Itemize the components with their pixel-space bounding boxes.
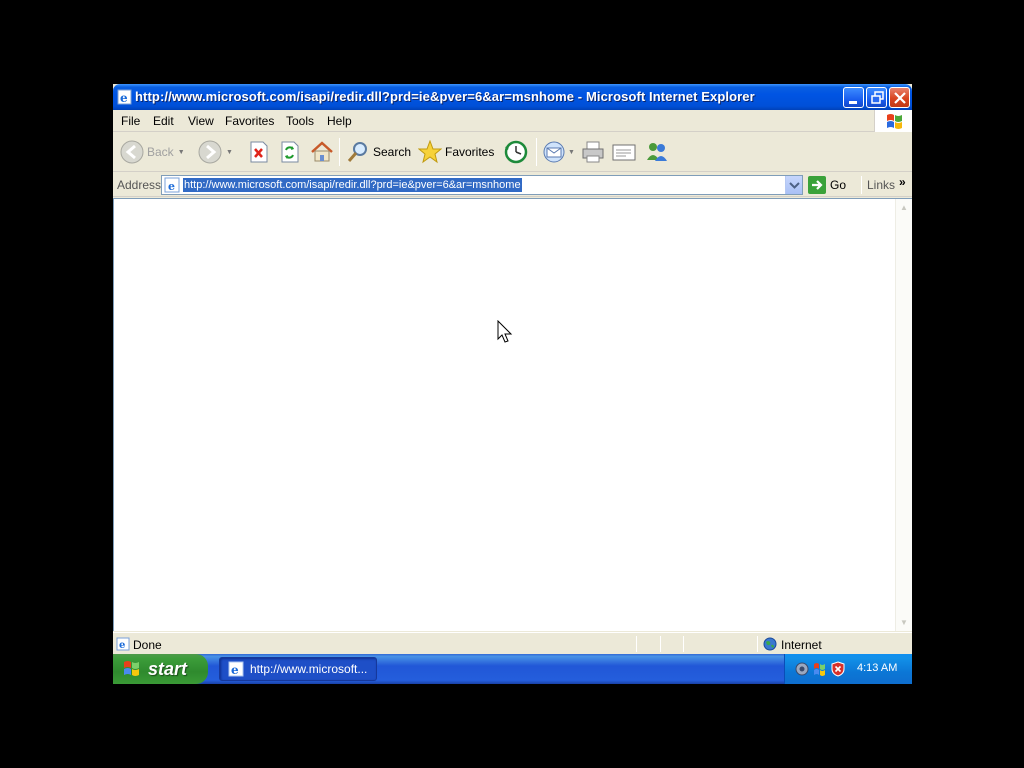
- address-url[interactable]: http://www.microsoft.com/isapi/redir.dll…: [183, 178, 522, 192]
- favorites-label: Favorites: [445, 145, 495, 159]
- chevron-down-icon: [789, 182, 800, 189]
- menu-edit[interactable]: Edit: [153, 114, 174, 128]
- go-arrow-icon: [808, 176, 826, 194]
- messenger-icon: [647, 143, 667, 161]
- minimize-icon: [849, 101, 857, 104]
- toolbar-separator: [536, 138, 537, 166]
- mouse-cursor-icon: [497, 320, 513, 343]
- tray-security-shield-icon[interactable]: [830, 661, 846, 677]
- stop-button[interactable]: [248, 137, 270, 167]
- close-button[interactable]: [889, 87, 910, 108]
- menu-file[interactable]: File: [121, 114, 140, 128]
- back-button[interactable]: Back ▼: [120, 137, 185, 167]
- restore-button[interactable]: [866, 87, 887, 108]
- menu-favorites[interactable]: Favorites: [225, 114, 274, 128]
- internet-globe-icon: [763, 637, 777, 651]
- standard-toolbar: Back ▼ ▼ Search Favorites ▼: [113, 132, 912, 172]
- status-bar: e Done Internet: [113, 632, 912, 654]
- go-label: Go: [830, 178, 847, 192]
- refresh-icon: [281, 141, 299, 163]
- home-icon: [311, 141, 333, 162]
- ie-icon: e: [117, 89, 132, 105]
- status-separator: [636, 636, 637, 652]
- search-button[interactable]: Search: [346, 137, 411, 167]
- security-zone-label: Internet: [781, 638, 822, 652]
- links-button[interactable]: Links: [867, 178, 895, 192]
- windows-logo: [874, 110, 912, 132]
- back-dropdown-icon[interactable]: ▼: [178, 149, 185, 156]
- address-bar: Address e http://www.microsoft.com/isapi…: [113, 173, 912, 197]
- windows-flag-icon: [887, 114, 902, 129]
- status-separator: [683, 636, 684, 652]
- window-title: http://www.microsoft.com/isapi/redir.dll…: [135, 89, 755, 104]
- menu-view[interactable]: View: [188, 114, 214, 128]
- edit-button[interactable]: [611, 137, 637, 167]
- address-label: Address: [117, 178, 162, 192]
- edit-page-icon: [612, 144, 636, 161]
- favorites-button[interactable]: Favorites: [418, 137, 494, 167]
- svg-text:e: e: [168, 180, 175, 193]
- links-separator: [861, 176, 862, 194]
- svg-text:e: e: [120, 91, 128, 105]
- history-button[interactable]: [503, 137, 529, 167]
- tray-clock[interactable]: 4:13 AM: [857, 662, 897, 674]
- vertical-scrollbar[interactable]: ▲ ▼: [895, 199, 912, 631]
- forward-button[interactable]: ▼: [198, 137, 233, 167]
- favorites-star-icon: [418, 140, 442, 164]
- scroll-down-icon[interactable]: ▼: [896, 614, 912, 631]
- back-arrow-icon: [120, 140, 144, 164]
- taskbar-item-label: http://www.microsoft...: [250, 662, 368, 676]
- toolbar-separator: [339, 138, 340, 166]
- start-button[interactable]: start: [113, 654, 208, 684]
- history-icon: [504, 140, 528, 164]
- print-icon: [582, 141, 604, 163]
- page-done-icon: e: [116, 637, 130, 651]
- status-separator: [660, 636, 661, 652]
- menu-bar: File Edit View Favorites Tools Help: [113, 110, 912, 132]
- go-button[interactable]: Go: [808, 175, 846, 195]
- mail-button[interactable]: ▼: [542, 137, 575, 167]
- taskbar-item-ie[interactable]: e http://www.microsoft...: [219, 657, 377, 681]
- home-button[interactable]: [310, 137, 334, 167]
- page-ie-icon: e: [164, 177, 180, 193]
- tray-update-icon[interactable]: [812, 661, 828, 677]
- back-label: Back: [147, 145, 174, 159]
- forward-dropdown-icon[interactable]: ▼: [226, 149, 233, 156]
- svg-text:e: e: [231, 663, 239, 677]
- menu-tools[interactable]: Tools: [286, 114, 314, 128]
- ie-window: e http://www.microsoft.com/isapi/redir.d…: [113, 84, 912, 684]
- restore-icon: [871, 91, 884, 104]
- tray-network-icon[interactable]: [794, 661, 810, 677]
- system-tray: 4:13 AM: [784, 654, 912, 684]
- print-button[interactable]: [580, 137, 606, 167]
- status-separator: [757, 636, 758, 652]
- address-field[interactable]: e http://www.microsoft.com/isapi/redir.d…: [161, 175, 803, 195]
- start-label: start: [148, 658, 188, 679]
- minimize-button[interactable]: [843, 87, 864, 108]
- menu-help[interactable]: Help: [327, 114, 352, 128]
- stop-icon: [250, 141, 268, 163]
- search-icon: [347, 142, 367, 162]
- ie-task-icon: e: [228, 661, 244, 677]
- svg-text:e: e: [119, 640, 125, 651]
- title-bar[interactable]: e http://www.microsoft.com/isapi/redir.d…: [113, 84, 912, 110]
- page-content[interactable]: ▲ ▼: [113, 198, 912, 631]
- refresh-button[interactable]: [279, 137, 301, 167]
- search-label: Search: [373, 145, 412, 159]
- mail-icon: [543, 141, 565, 163]
- close-icon: [894, 92, 906, 104]
- address-dropdown-button[interactable]: [785, 176, 802, 194]
- mail-dropdown-icon[interactable]: ▼: [568, 149, 575, 156]
- status-text: Done: [133, 638, 162, 652]
- windows-start-icon: [124, 661, 139, 676]
- messenger-button[interactable]: [644, 137, 670, 167]
- links-chevron-icon[interactable]: »: [899, 175, 906, 189]
- forward-arrow-icon: [198, 140, 222, 164]
- taskbar: start e http://www.microsoft... 4:13 AM: [113, 654, 912, 684]
- scroll-up-icon[interactable]: ▲: [896, 199, 912, 216]
